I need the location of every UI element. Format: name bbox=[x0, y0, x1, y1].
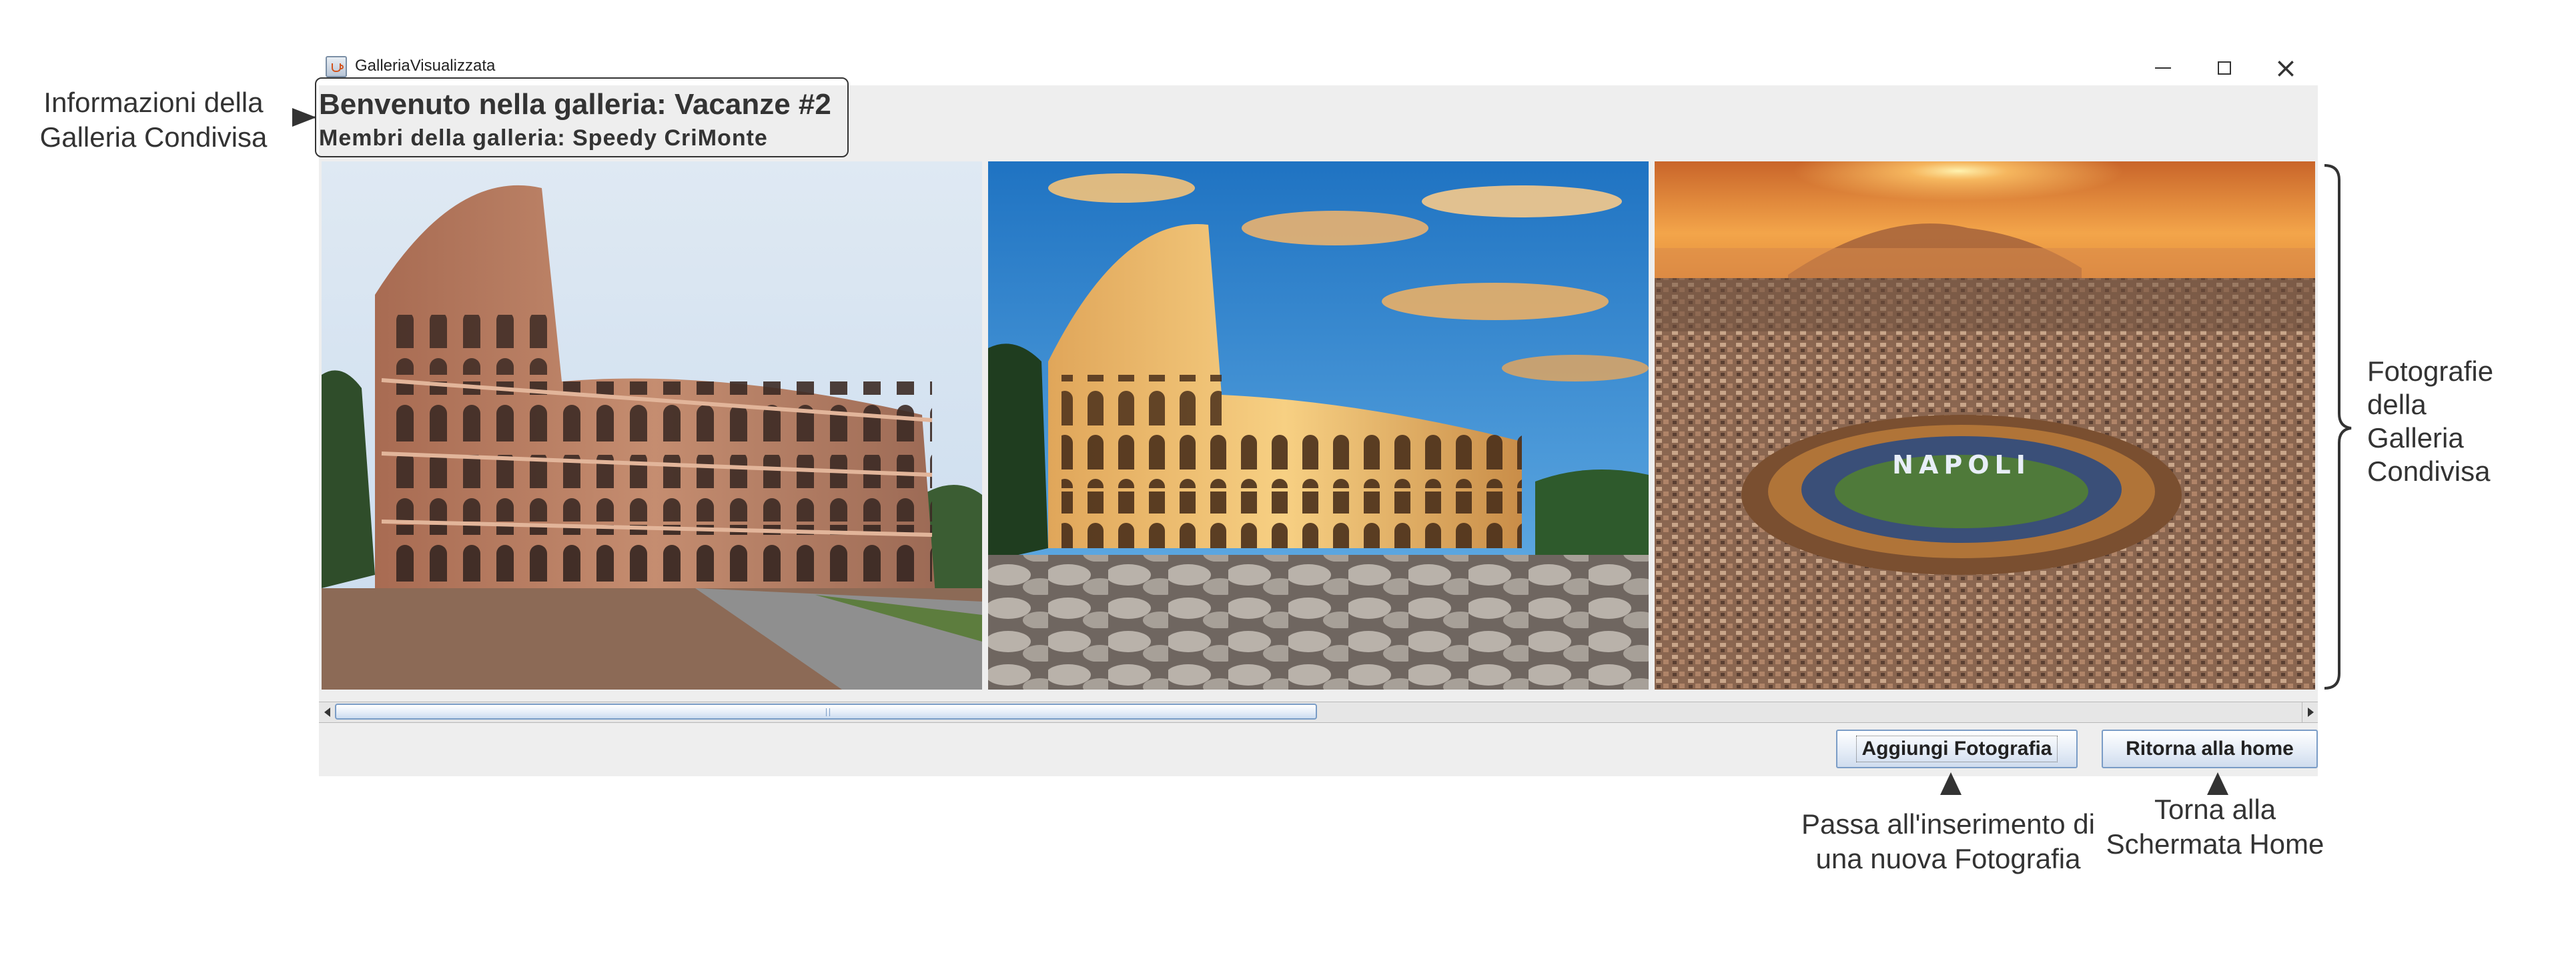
arrow-up-icon bbox=[2207, 772, 2228, 795]
arrow-right-icon bbox=[292, 108, 316, 127]
annotation-home: Torna alla Schermata Home bbox=[2106, 794, 2324, 860]
curly-brace-icon bbox=[2324, 164, 2352, 690]
annotation-add-photo: Passa all'inserimento di una nuova Fotog… bbox=[1801, 808, 2095, 874]
arrow-up-icon bbox=[1940, 772, 1962, 795]
annotation-gallery-photos: Fotografie della Galleria Condivisa bbox=[2367, 355, 2494, 487]
